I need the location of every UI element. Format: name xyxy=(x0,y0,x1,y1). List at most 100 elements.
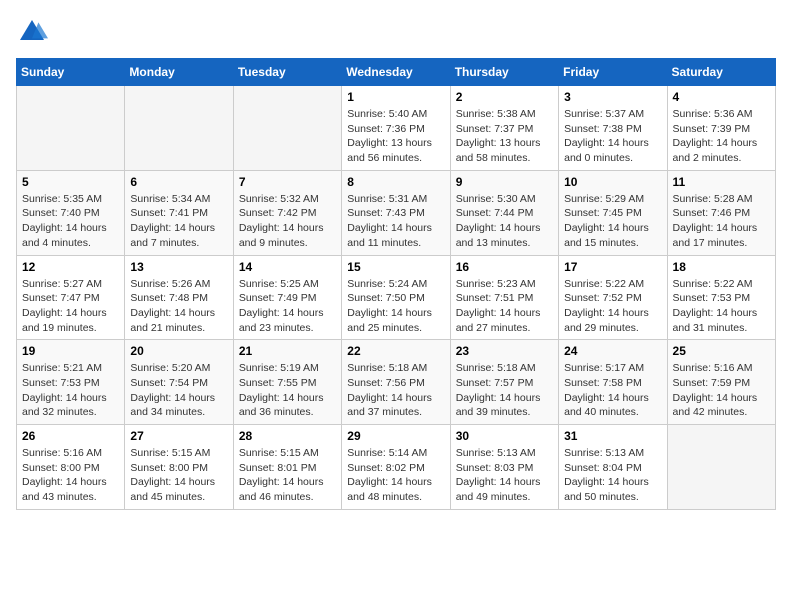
day-number: 7 xyxy=(239,175,336,189)
calendar-day-cell: 10Sunrise: 5:29 AMSunset: 7:45 PMDayligh… xyxy=(559,170,667,255)
day-number: 31 xyxy=(564,429,661,443)
day-number: 3 xyxy=(564,90,661,104)
calendar-day-cell: 13 Sunrise: 5:26 AMSunset: 7:48 PMDayligh… xyxy=(125,255,233,340)
calendar-day-cell: 28Sunrise: 5:15 AMSunset: 8:01 PMDayligh… xyxy=(233,425,341,510)
calendar-day-cell xyxy=(17,86,125,171)
calendar-day-cell: 23 Sunrise: 5:18 AMSunset: 7:57 PMDayligh… xyxy=(450,340,558,425)
calendar-day-cell: 9Sunrise: 5:30 AMSunset: 7:44 PMDaylight… xyxy=(450,170,558,255)
day-number: 21 xyxy=(239,344,336,358)
day-number: 25 xyxy=(673,344,770,358)
day-info: Sunrise: 5:27 AMSunset: 7:47 PMDaylight:… xyxy=(22,277,119,336)
day-info: Sunrise: 5:19 AMSunset: 7:55 PMDaylight:… xyxy=(239,361,336,420)
day-info: Sunrise: 5:16 AMSunset: 7:59 PMDaylight:… xyxy=(673,361,770,420)
column-header-friday: Friday xyxy=(559,59,667,86)
column-header-saturday: Saturday xyxy=(667,59,775,86)
column-header-thursday: Thursday xyxy=(450,59,558,86)
day-info: Sunrise: 5:21 AMSunset: 7:53 PMDaylight:… xyxy=(22,361,119,420)
day-number: 17 xyxy=(564,260,661,274)
day-info: Sunrise: 5:25 AMSunset: 7:49 PMDaylight:… xyxy=(239,277,336,336)
column-header-monday: Monday xyxy=(125,59,233,86)
calendar-week-row: 5Sunrise: 5:35 AMSunset: 7:40 PMDaylight… xyxy=(17,170,776,255)
calendar-day-cell: 14Sunrise: 5:25 AMSunset: 7:49 PMDayligh… xyxy=(233,255,341,340)
calendar-day-cell: 19 Sunrise: 5:21 AMSunset: 7:53 PMDayligh… xyxy=(17,340,125,425)
day-info: Sunrise: 5:24 AMSunset: 7:50 PMDaylight:… xyxy=(347,277,444,336)
day-info: Sunrise: 5:34 AMSunset: 7:41 PMDaylight:… xyxy=(130,192,227,251)
day-number: 30 xyxy=(456,429,553,443)
day-info: Sunrise: 5:15 AMSunset: 8:00 PMDaylight:… xyxy=(130,446,227,505)
calendar-day-cell: 1Sunrise: 5:40 AMSunset: 7:36 PMDaylight… xyxy=(342,86,450,171)
day-number: 24 xyxy=(564,344,661,358)
day-info: Sunrise: 5:32 AMSunset: 7:42 PMDaylight:… xyxy=(239,192,336,251)
day-info: Sunrise: 5:31 AMSunset: 7:43 PMDaylight:… xyxy=(347,192,444,251)
day-number: 19 xyxy=(22,344,119,358)
calendar-day-cell: 2 Sunrise: 5:38 AMSunset: 7:37 PMDaylight… xyxy=(450,86,558,171)
logo xyxy=(16,16,52,48)
calendar-day-cell: 21 Sunrise: 5:19 AMSunset: 7:55 PMDayligh… xyxy=(233,340,341,425)
day-number: 10 xyxy=(564,175,661,189)
calendar-week-row: 26 Sunrise: 5:16 AMSunset: 8:00 PMDayligh… xyxy=(17,425,776,510)
calendar-week-row: 12 Sunrise: 5:27 AMSunset: 7:47 PMDayligh… xyxy=(17,255,776,340)
calendar-day-cell: 12 Sunrise: 5:27 AMSunset: 7:47 PMDayligh… xyxy=(17,255,125,340)
calendar-day-cell: 15 Sunrise: 5:24 AMSunset: 7:50 PMDayligh… xyxy=(342,255,450,340)
calendar-day-cell: 6 Sunrise: 5:34 AMSunset: 7:41 PMDaylight… xyxy=(125,170,233,255)
calendar-day-cell: 20 Sunrise: 5:20 AMSunset: 7:54 PMDayligh… xyxy=(125,340,233,425)
calendar-day-cell xyxy=(233,86,341,171)
day-number: 12 xyxy=(22,260,119,274)
day-number: 9 xyxy=(456,175,553,189)
day-info: Sunrise: 5:28 AMSunset: 7:46 PMDaylight:… xyxy=(673,192,770,251)
day-number: 2 xyxy=(456,90,553,104)
calendar-day-cell: 26 Sunrise: 5:16 AMSunset: 8:00 PMDayligh… xyxy=(17,425,125,510)
calendar-day-cell: 16Sunrise: 5:23 AMSunset: 7:51 PMDayligh… xyxy=(450,255,558,340)
day-number: 8 xyxy=(347,175,444,189)
day-info: Sunrise: 5:18 AMSunset: 7:57 PMDaylight:… xyxy=(456,361,553,420)
day-info: Sunrise: 5:13 AMSunset: 8:03 PMDaylight:… xyxy=(456,446,553,505)
calendar-week-row: 1Sunrise: 5:40 AMSunset: 7:36 PMDaylight… xyxy=(17,86,776,171)
day-number: 29 xyxy=(347,429,444,443)
day-info: Sunrise: 5:18 AMSunset: 7:56 PMDaylight:… xyxy=(347,361,444,420)
day-number: 5 xyxy=(22,175,119,189)
day-number: 27 xyxy=(130,429,227,443)
calendar-day-cell: 4Sunrise: 5:36 AMSunset: 7:39 PMDaylight… xyxy=(667,86,775,171)
calendar-day-cell: 8 Sunrise: 5:31 AMSunset: 7:43 PMDaylight… xyxy=(342,170,450,255)
day-info: Sunrise: 5:17 AMSunset: 7:58 PMDaylight:… xyxy=(564,361,661,420)
calendar-day-cell: 25 Sunrise: 5:16 AMSunset: 7:59 PMDayligh… xyxy=(667,340,775,425)
column-header-wednesday: Wednesday xyxy=(342,59,450,86)
day-info: Sunrise: 5:38 AMSunset: 7:37 PMDaylight:… xyxy=(456,107,553,166)
day-number: 22 xyxy=(347,344,444,358)
page-header xyxy=(16,16,776,48)
day-info: Sunrise: 5:37 AMSunset: 7:38 PMDaylight:… xyxy=(564,107,661,166)
day-number: 23 xyxy=(456,344,553,358)
calendar-day-cell: 5Sunrise: 5:35 AMSunset: 7:40 PMDaylight… xyxy=(17,170,125,255)
day-number: 1 xyxy=(347,90,444,104)
calendar-day-cell: 27 Sunrise: 5:15 AMSunset: 8:00 PMDayligh… xyxy=(125,425,233,510)
calendar-day-cell: 3 Sunrise: 5:37 AMSunset: 7:38 PMDaylight… xyxy=(559,86,667,171)
calendar-week-row: 19 Sunrise: 5:21 AMSunset: 7:53 PMDayligh… xyxy=(17,340,776,425)
day-info: Sunrise: 5:13 AMSunset: 8:04 PMDaylight:… xyxy=(564,446,661,505)
calendar-day-cell: 29 Sunrise: 5:14 AMSunset: 8:02 PMDayligh… xyxy=(342,425,450,510)
day-info: Sunrise: 5:15 AMSunset: 8:01 PMDaylight:… xyxy=(239,446,336,505)
day-number: 4 xyxy=(673,90,770,104)
calendar-day-cell: 17 Sunrise: 5:22 AMSunset: 7:52 PMDayligh… xyxy=(559,255,667,340)
day-info: Sunrise: 5:22 AMSunset: 7:52 PMDaylight:… xyxy=(564,277,661,336)
day-info: Sunrise: 5:20 AMSunset: 7:54 PMDaylight:… xyxy=(130,361,227,420)
calendar-day-cell: 24 Sunrise: 5:17 AMSunset: 7:58 PMDayligh… xyxy=(559,340,667,425)
day-number: 16 xyxy=(456,260,553,274)
day-number: 18 xyxy=(673,260,770,274)
day-number: 11 xyxy=(673,175,770,189)
day-number: 26 xyxy=(22,429,119,443)
calendar-day-cell: 7 Sunrise: 5:32 AMSunset: 7:42 PMDaylight… xyxy=(233,170,341,255)
day-number: 15 xyxy=(347,260,444,274)
day-info: Sunrise: 5:16 AMSunset: 8:00 PMDaylight:… xyxy=(22,446,119,505)
day-number: 6 xyxy=(130,175,227,189)
calendar-day-cell: 18Sunrise: 5:22 AMSunset: 7:53 PMDayligh… xyxy=(667,255,775,340)
day-number: 20 xyxy=(130,344,227,358)
day-number: 13 xyxy=(130,260,227,274)
calendar-day-cell xyxy=(667,425,775,510)
day-info: Sunrise: 5:14 AMSunset: 8:02 PMDaylight:… xyxy=(347,446,444,505)
column-header-tuesday: Tuesday xyxy=(233,59,341,86)
calendar-day-cell: 11 Sunrise: 5:28 AMSunset: 7:46 PMDayligh… xyxy=(667,170,775,255)
day-info: Sunrise: 5:26 AMSunset: 7:48 PMDaylight:… xyxy=(130,277,227,336)
calendar-header-row: SundayMondayTuesdayWednesdayThursdayFrid… xyxy=(17,59,776,86)
calendar-day-cell xyxy=(125,86,233,171)
calendar-day-cell: 22 Sunrise: 5:18 AMSunset: 7:56 PMDayligh… xyxy=(342,340,450,425)
